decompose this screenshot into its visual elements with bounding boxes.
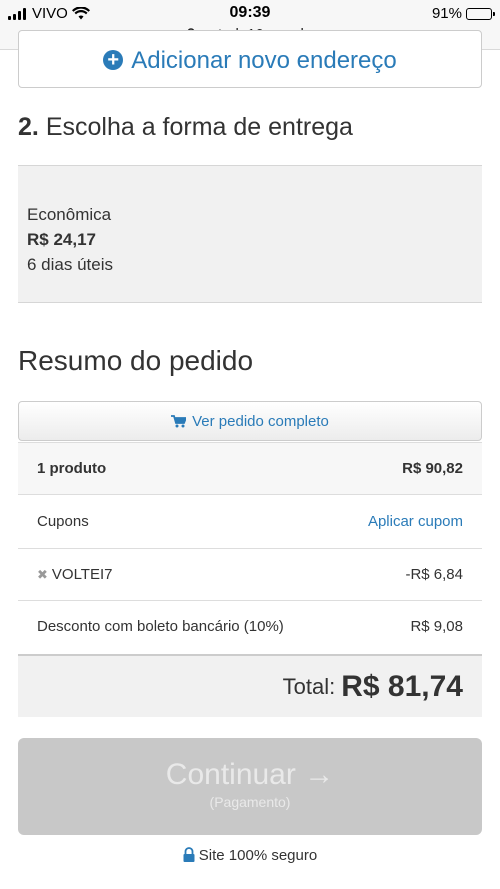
secure-site-note: Site 100% seguro [0,847,500,864]
add-address-label: Adicionar novo endereço [131,47,397,74]
coupon-value: -R$ 6,84 [405,566,463,583]
coupon-applied-row: ✖ VOLTEI7 -R$ 6,84 [18,548,482,600]
step-title-text: Escolha a forma de entrega [45,113,353,141]
step-number: 2. [18,113,39,141]
coupon-code: VOLTEI7 [51,566,113,583]
clock: 09:39 [229,4,271,21]
shipping-option-price: R$ 24,17 [27,230,96,249]
battery-percent: 91% [431,5,462,22]
boleto-discount-row: Desconto com boleto bancário (10%) R$ 9,… [18,600,482,652]
delivery-step-title: 2. Escolha a forma de entrega [18,113,353,142]
plus-circle-icon: + [103,50,124,70]
continue-label: Continuar → [165,758,335,791]
battery-icon [466,7,495,20]
shipping-option[interactable]: Econômica R$ 24,17 6 dias úteis [18,165,482,303]
cart-icon [171,414,187,427]
battery-info: 91% [431,5,495,22]
secure-label: Site 100% seguro [198,847,318,864]
shipping-option-time: 6 dias úteis [27,255,113,274]
shipping-option-name: Econômica [27,205,112,224]
continue-sublabel: (Pagamento) [209,794,291,810]
summary-title: Resumo do pedido [18,345,254,376]
view-order-button[interactable]: Ver pedido completo [18,401,482,441]
total-row: Total: R$ 81,74 [18,654,482,717]
remove-coupon-icon[interactable]: ✖ [37,567,48,582]
boleto-value: R$ 9,08 [410,618,463,635]
apply-coupon-link[interactable]: Aplicar cupom [368,513,463,530]
boleto-label: Desconto com boleto bancário (10%) [37,618,284,635]
products-label: 1 produto [37,460,107,477]
padlock-icon [183,847,195,862]
add-address-button[interactable]: + Adicionar novo endereço [18,30,482,88]
products-value: R$ 90,82 [402,460,463,477]
products-row: 1 produto R$ 90,82 [18,442,482,494]
total-label: Total: [282,673,336,699]
view-order-label: Ver pedido completo [192,412,329,430]
summary-table: 1 produto R$ 90,82 Cupons Aplicar cupom … [18,442,482,652]
coupons-row: Cupons Aplicar cupom [18,494,482,548]
continue-button[interactable]: Continuar → (Pagamento) [18,738,482,835]
total-value: R$ 81,74 [341,669,463,703]
coupons-label: Cupons [37,513,89,530]
